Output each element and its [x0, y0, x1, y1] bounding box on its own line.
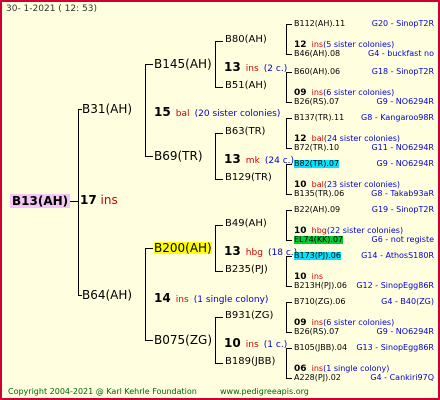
- gen3-queen-3[interactable]: B63(TR): [225, 127, 265, 137]
- gen3-queen-1[interactable]: B80(AH): [225, 35, 267, 45]
- gen1-info-1: 15 bal (20 sister colonies): [154, 105, 281, 119]
- gen3-info-1: 12 ins(5 sister colonies): [294, 40, 395, 50]
- gen1-queen-1[interactable]: B31(AH): [82, 103, 132, 115]
- gen3-queen-4[interactable]: B129(TR): [225, 173, 272, 183]
- gen4-code-16: G4 - Cankiri97Q: [370, 373, 434, 382]
- gen4-code-15: G13 - SinopEgg86R: [356, 343, 434, 352]
- gen4-code-5: G8 - Kangaroo98R: [361, 113, 434, 122]
- gen4-code-6: G11 - NO6294R: [371, 143, 434, 152]
- gen4-queen-5[interactable]: B137(TR).11: [294, 114, 344, 122]
- gen4-queen-13[interactable]: B710(ZG).06: [294, 298, 345, 306]
- gen4-queen-9[interactable]: B22(AH).09: [294, 206, 340, 214]
- gen4-code-2: G4 - buckfast no: [368, 49, 434, 58]
- gen4-code-7: G9 - NO6294R: [376, 159, 434, 168]
- pedigree-frame: 30- 1-2021 ( 12: 53) B13(AH) 17 ins B31(…: [0, 0, 440, 400]
- gen3-queen-5[interactable]: B49(AH): [225, 219, 267, 229]
- gen4-code-3: G18 - SinopT2R: [371, 67, 434, 76]
- gen3-info-4: 10 bal(23 sister colonies): [294, 180, 401, 190]
- gen4-queen-14[interactable]: B26(RS).07: [294, 328, 339, 336]
- gen2-info-1: 13 ins (2 c.): [224, 60, 288, 74]
- gen3-info-8: 06 ins(1 single colony): [294, 364, 390, 374]
- gen4-queen-1[interactable]: B112(AH).11: [294, 20, 345, 28]
- footer-copyright: Copyright 2004-2021 @ Karl Kehrle Founda…: [8, 387, 197, 396]
- gen4-code-1: G20 - SinopT2R: [371, 19, 434, 28]
- gen2-info-3: 13 hbg (18 c.): [224, 244, 298, 258]
- gen4-code-13: G4 - B40(ZG): [381, 297, 434, 306]
- gen3-info-7: 09 ins(6 sister colonies): [294, 318, 395, 328]
- gen4-queen-7[interactable]: B82(TR).07: [294, 160, 340, 168]
- gen4-code-8: G8 - Takab93aR: [371, 189, 434, 198]
- gen4-queen-6[interactable]: B72(TR).10: [294, 144, 339, 152]
- header-date: 30- 1-2021 ( 12: 53): [6, 4, 97, 14]
- gen4-code-12: G12 - SinopEgg86R: [356, 281, 434, 290]
- gen2-queen-2[interactable]: B69(TR): [154, 150, 203, 162]
- gen4-queen-16[interactable]: A228(PJ).02: [294, 374, 341, 382]
- gen3-queen-2[interactable]: B51(AH): [225, 81, 267, 91]
- root-info: 17 ins: [80, 193, 118, 207]
- gen2-queen-1[interactable]: B145(AH): [154, 58, 212, 70]
- gen4-code-14: G9 - NO6294R: [376, 327, 434, 336]
- gen4-queen-3[interactable]: B60(AH).06: [294, 68, 340, 76]
- gen1-info-2: 14 ins (1 single colony): [154, 291, 269, 305]
- gen4-queen-4[interactable]: B26(RS).07: [294, 98, 339, 106]
- gen4-queen-8[interactable]: B135(TR).06: [294, 190, 344, 198]
- gen2-queen-3[interactable]: B200(AH): [154, 242, 212, 254]
- gen4-code-4: G9 - NO6294R: [376, 97, 434, 106]
- root-queen[interactable]: B13(AH): [10, 194, 71, 208]
- gen2-info-2: 13 mk (24 c.): [224, 152, 295, 166]
- gen3-queen-7[interactable]: B931(ZG): [225, 311, 273, 321]
- gen2-queen-4[interactable]: B075(ZG): [154, 334, 212, 346]
- gen4-code-9: G19 - SinopT2R: [371, 205, 434, 214]
- gen2-info-4: 10 ins (1 c.): [224, 336, 288, 350]
- gen4-queen-2[interactable]: B46(AH).08: [294, 50, 340, 58]
- gen4-code-11: G14 - AthosS180R: [361, 251, 434, 260]
- gen4-queen-15[interactable]: B105(JBB).04: [294, 344, 347, 352]
- gen4-queen-10[interactable]: EL74(KK).07: [294, 236, 344, 244]
- gen1-queen-2[interactable]: B64(AH): [82, 289, 132, 301]
- footer-site-link[interactable]: www.pedigreeapis.org: [220, 388, 309, 396]
- gen4-code-10: G6 - not registe: [371, 235, 434, 244]
- gen3-queen-6[interactable]: B235(PJ): [225, 265, 268, 275]
- gen3-info-2: 09 ins(6 sister colonies): [294, 88, 395, 98]
- gen3-info-6: 10 ins: [294, 272, 324, 282]
- gen3-queen-8[interactable]: B189(JBB): [225, 357, 275, 367]
- gen4-queen-12[interactable]: B213H(PJ).06: [294, 282, 347, 290]
- gen4-queen-11[interactable]: B173(PJ).06: [294, 252, 341, 260]
- gen3-info-5: 10 hbg(22 sister colonies): [294, 226, 404, 236]
- gen3-info-3: 12 bal(24 sister colonies): [294, 134, 401, 144]
